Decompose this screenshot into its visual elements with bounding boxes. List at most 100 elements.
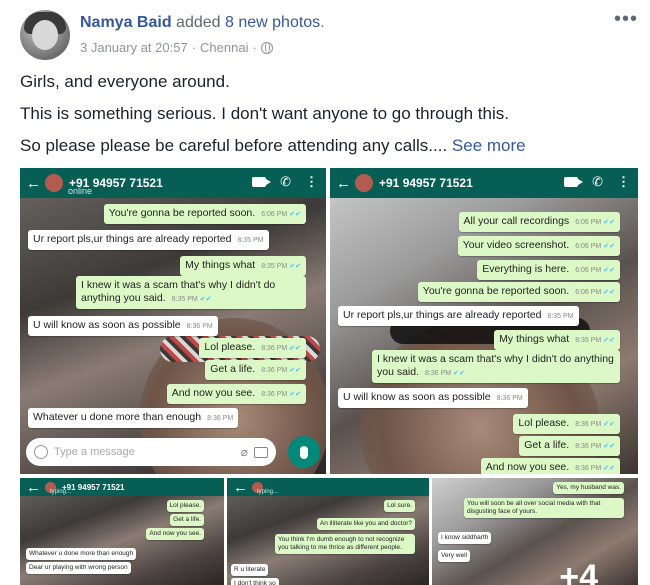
video-call-icon[interactable] bbox=[252, 177, 272, 187]
menu-dots-icon[interactable]: ⋮ bbox=[305, 174, 318, 190]
phone-call-icon[interactable]: ✆ bbox=[280, 174, 291, 190]
header-icons: ✆ ⋮ bbox=[564, 174, 630, 190]
message-text: You're gonna be reported soon. bbox=[422, 285, 570, 297]
post-date[interactable]: 3 January at 20:57 bbox=[80, 40, 188, 55]
read-receipt-icon: ✔✔ bbox=[603, 465, 615, 472]
chat-message-received: Whatever u done more than enough bbox=[26, 548, 137, 560]
chat-message-sent: I knew it was a scam that's why I didn't… bbox=[372, 350, 620, 383]
read-receipt-icon: ✔✔ bbox=[603, 219, 615, 226]
contact-avatar[interactable] bbox=[45, 174, 63, 192]
more-options-icon[interactable]: ••• bbox=[614, 8, 638, 31]
message-input[interactable]: Type a message ⌀ bbox=[26, 438, 276, 466]
chat-message-sent: Lol sure. bbox=[384, 500, 415, 512]
message-placeholder: Type a message bbox=[54, 446, 135, 458]
whatsapp-header: ← +91 94957 71521 ✆ ⋮ bbox=[330, 168, 638, 198]
chat-message-received: U will know as soon as possible 8:36 PM bbox=[338, 388, 528, 408]
message-time: 6:06 PM bbox=[575, 219, 602, 226]
author-avatar[interactable] bbox=[20, 10, 70, 60]
message-time: 8:35 PM bbox=[261, 263, 288, 270]
post-location[interactable]: Chennai bbox=[200, 40, 248, 55]
photo-3[interactable]: ← +91 94957 71521 typing... Lol please. G… bbox=[20, 478, 224, 585]
message-text: You will soon be all over social media w… bbox=[467, 500, 601, 515]
chat-message-sent: And now you see. bbox=[146, 528, 204, 540]
video-call-icon[interactable] bbox=[564, 177, 584, 187]
mic-button[interactable] bbox=[288, 436, 320, 468]
chat-message-sent: I knew it was a scam that's why I didn't… bbox=[76, 276, 306, 309]
message-text: An illiterate like you and doctor? bbox=[319, 520, 412, 527]
facebook-post: Namya Baid added 8 new photos. 3 January… bbox=[0, 0, 650, 585]
chat-message-sent: All your call recordings 6:06 PM ✔✔ bbox=[458, 212, 620, 232]
message-time: 8:36 PM bbox=[261, 345, 288, 352]
message-text: R u literate bbox=[234, 566, 266, 573]
chat-message-sent: An illiterate like you and doctor? bbox=[316, 518, 415, 530]
message-text: Lol please. bbox=[518, 417, 570, 429]
message-text: Everything is here. bbox=[482, 263, 570, 275]
message-text: Lol please. bbox=[204, 341, 256, 353]
chat-message-sent: And now you see. 8:36 PM ✔✔ bbox=[166, 384, 306, 404]
read-receipt-icon: ✔✔ bbox=[289, 367, 301, 374]
header-icons: ✆ ⋮ bbox=[252, 174, 318, 190]
chat-message-sent: You think I'm dumb enough to not recogni… bbox=[275, 534, 415, 554]
read-receipt-icon: ✔✔ bbox=[289, 211, 301, 218]
message-text: Get a life. bbox=[173, 516, 201, 523]
chat-message-sent: And now you see. 8:36 PM ✔✔ bbox=[480, 458, 620, 474]
message-text: Get a life. bbox=[210, 363, 256, 375]
message-text: Get a life. bbox=[524, 439, 570, 451]
action-prefix: added bbox=[176, 14, 221, 31]
photo-1[interactable]: ← +91 94957 71521 online ✆ ⋮ You're gonn… bbox=[20, 168, 326, 474]
message-time: 8:36 PM bbox=[186, 323, 213, 330]
contact-number[interactable]: +91 94957 71521 bbox=[62, 483, 125, 492]
menu-dots-icon[interactable]: ⋮ bbox=[617, 174, 630, 190]
photo-4[interactable]: ← typing... Lol sure. An illiterate like … bbox=[227, 478, 429, 585]
message-text: Your video screenshot. bbox=[462, 239, 570, 251]
message-time: 8:36 PM bbox=[207, 415, 234, 422]
contact-status: typing... bbox=[257, 489, 279, 495]
see-more-link[interactable]: See more bbox=[452, 136, 526, 155]
globe-icon[interactable] bbox=[260, 41, 273, 54]
camera-icon[interactable] bbox=[254, 446, 268, 458]
whatsapp-header: ← +91 94957 71521 typing... bbox=[20, 478, 224, 496]
chat-message-sent: My things what 8:35 PM ✔✔ bbox=[180, 256, 306, 276]
chat-message-sent: Get a life. bbox=[170, 514, 204, 526]
whatsapp-header: ← +91 94957 71521 online ✆ ⋮ bbox=[20, 168, 326, 198]
read-receipt-icon: ✔✔ bbox=[603, 337, 615, 344]
message-text: My things what bbox=[185, 259, 256, 271]
attach-icon[interactable]: ⌀ bbox=[241, 445, 248, 459]
chat-message-sent: Lol please. bbox=[166, 500, 204, 512]
whatsapp-header: ← typing... bbox=[227, 478, 429, 496]
chat-message-sent: Yes, my husband was. bbox=[553, 482, 624, 494]
back-arrow-icon[interactable]: ← bbox=[336, 175, 351, 192]
phone-call-icon[interactable]: ✆ bbox=[592, 174, 603, 190]
more-photos-count[interactable]: +4 bbox=[559, 558, 598, 585]
back-arrow-icon[interactable]: ← bbox=[26, 479, 41, 496]
photo-2[interactable]: ← +91 94957 71521 ✆ ⋮ All your call reco… bbox=[330, 168, 638, 474]
message-text: Ur report pls,ur things are already repo… bbox=[33, 233, 232, 245]
message-text: You're gonna be reported soon. bbox=[108, 207, 256, 219]
contact-avatar[interactable] bbox=[355, 174, 373, 192]
chat-message-sent: Get a life. 8:36 PM ✔✔ bbox=[205, 360, 306, 380]
author-name[interactable]: Namya Baid bbox=[80, 14, 172, 31]
photo-5[interactable]: Yes, my husband was. You will soon be all… bbox=[432, 478, 638, 585]
message-text: You think I'm dumb enough to not recogni… bbox=[278, 536, 405, 551]
contact-status: online bbox=[68, 186, 93, 196]
chat-message-received: I know siddharth bbox=[438, 532, 492, 544]
chat-message-received: Ur report pls,ur things are already repo… bbox=[28, 230, 269, 250]
contact-status: typing... bbox=[50, 489, 72, 495]
emoji-icon[interactable] bbox=[34, 445, 48, 459]
contact-number[interactable]: +91 94957 71521 bbox=[379, 176, 473, 190]
back-arrow-icon[interactable]: ← bbox=[26, 175, 41, 192]
message-text: And now you see. bbox=[149, 530, 201, 537]
message-time: 6:06 PM bbox=[261, 211, 288, 218]
message-text: Lol please. bbox=[169, 502, 201, 509]
chat-message-sent: Lol please. 8:36 PM ✔✔ bbox=[199, 338, 306, 358]
photo-count-link[interactable]: 8 new photos bbox=[225, 14, 320, 31]
message-time: 6:06 PM bbox=[575, 243, 602, 250]
post-text-line-3-body: So please please be careful before atten… bbox=[20, 136, 448, 155]
message-text: Lol sure. bbox=[387, 502, 412, 509]
back-arrow-icon[interactable]: ← bbox=[233, 479, 248, 496]
post-header: Namya Baid added 8 new photos. bbox=[80, 14, 325, 32]
message-text: Yes, my husband was. bbox=[556, 484, 621, 491]
chat-message-received: Dear ur playing with wrong person bbox=[26, 562, 131, 574]
message-text: Whatever u done more than enough bbox=[29, 550, 134, 557]
read-receipt-icon: ✔✔ bbox=[199, 296, 212, 303]
